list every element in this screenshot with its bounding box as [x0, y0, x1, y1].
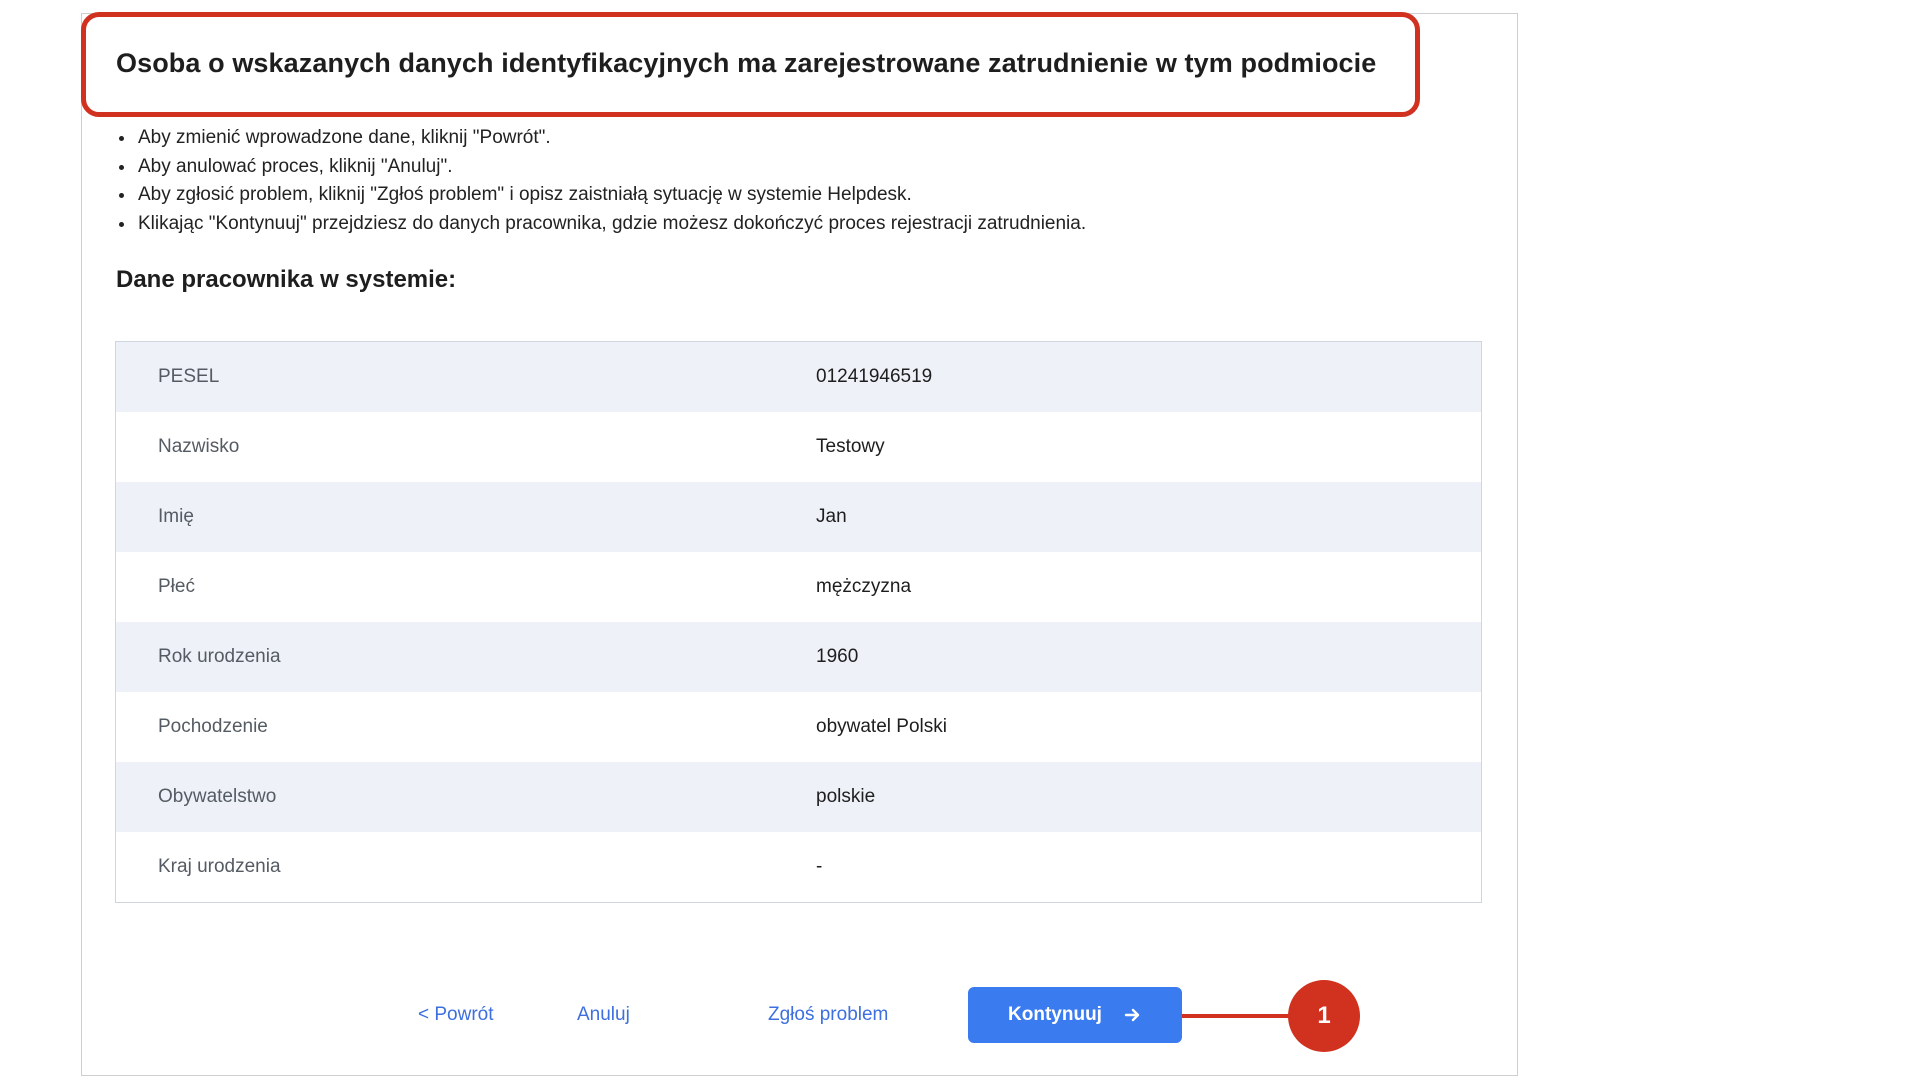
row-value: Jan [816, 506, 847, 527]
report-problem-button[interactable]: Zgłoś problem [768, 1004, 888, 1026]
table-row: PESEL 01241946519 [116, 342, 1481, 412]
row-value: polskie [816, 786, 876, 807]
row-label: Pochodzenie [158, 716, 268, 737]
table-row: Obywatelstwo polskie [116, 762, 1481, 832]
row-value: mężczyzna [816, 576, 912, 597]
action-bar: < Powrót Anuluj Zgłoś problem Kontynuuj [0, 985, 1600, 1045]
instruction-item: Klikając "Kontynuuj" przejdziesz do dany… [136, 210, 1086, 239]
table-row: Kraj urodzenia - [116, 832, 1481, 902]
cancel-button[interactable]: Anuluj [577, 1004, 630, 1026]
section-title: Dane pracownika w systemie: [116, 266, 457, 293]
instruction-item: Aby zmienić wprowadzone dane, kliknij "P… [136, 124, 1086, 153]
row-value: 1960 [816, 646, 859, 667]
page-title: Osoba o wskazanych danych identyfikacyjn… [116, 48, 1377, 78]
table-row: Płeć mężczyzna [116, 552, 1481, 622]
row-label: Imię [158, 506, 194, 527]
row-value: 01241946519 [816, 366, 933, 387]
back-button[interactable]: < Powrót [418, 1004, 494, 1026]
instruction-list: Aby zmienić wprowadzone dane, kliknij "P… [112, 124, 1086, 238]
instruction-item: Aby zgłosić problem, kliknij "Zgłoś prob… [136, 181, 1086, 210]
row-label: Obywatelstwo [158, 786, 277, 807]
continue-button[interactable]: Kontynuuj [968, 987, 1182, 1043]
table-row: Nazwisko Testowy [116, 412, 1481, 482]
row-value: obywatel Polski [816, 716, 947, 737]
row-value: - [816, 856, 823, 877]
row-label: Nazwisko [158, 436, 240, 457]
table-row: Imię Jan [116, 482, 1481, 552]
row-label: Rok urodzenia [158, 646, 281, 667]
callout-step-badge: 1 [1288, 980, 1360, 1052]
table-row: Pochodzenie obywatel Polski [116, 692, 1481, 762]
callout-connector-line [1182, 1014, 1290, 1018]
continue-button-label: Kontynuuj [1008, 1004, 1102, 1025]
table-row: Rok urodzenia 1960 [116, 622, 1481, 692]
row-label: Płeć [158, 576, 195, 597]
row-label: PESEL [158, 366, 220, 387]
row-label: Kraj urodzenia [158, 856, 281, 877]
employee-data-table: PESEL 01241946519 Nazwisko Testowy Imię … [115, 341, 1482, 903]
instruction-item: Aby anulować proces, kliknij "Anuluj". [136, 153, 1086, 182]
row-value: Testowy [816, 436, 885, 457]
arrow-right-icon [1124, 1006, 1142, 1024]
